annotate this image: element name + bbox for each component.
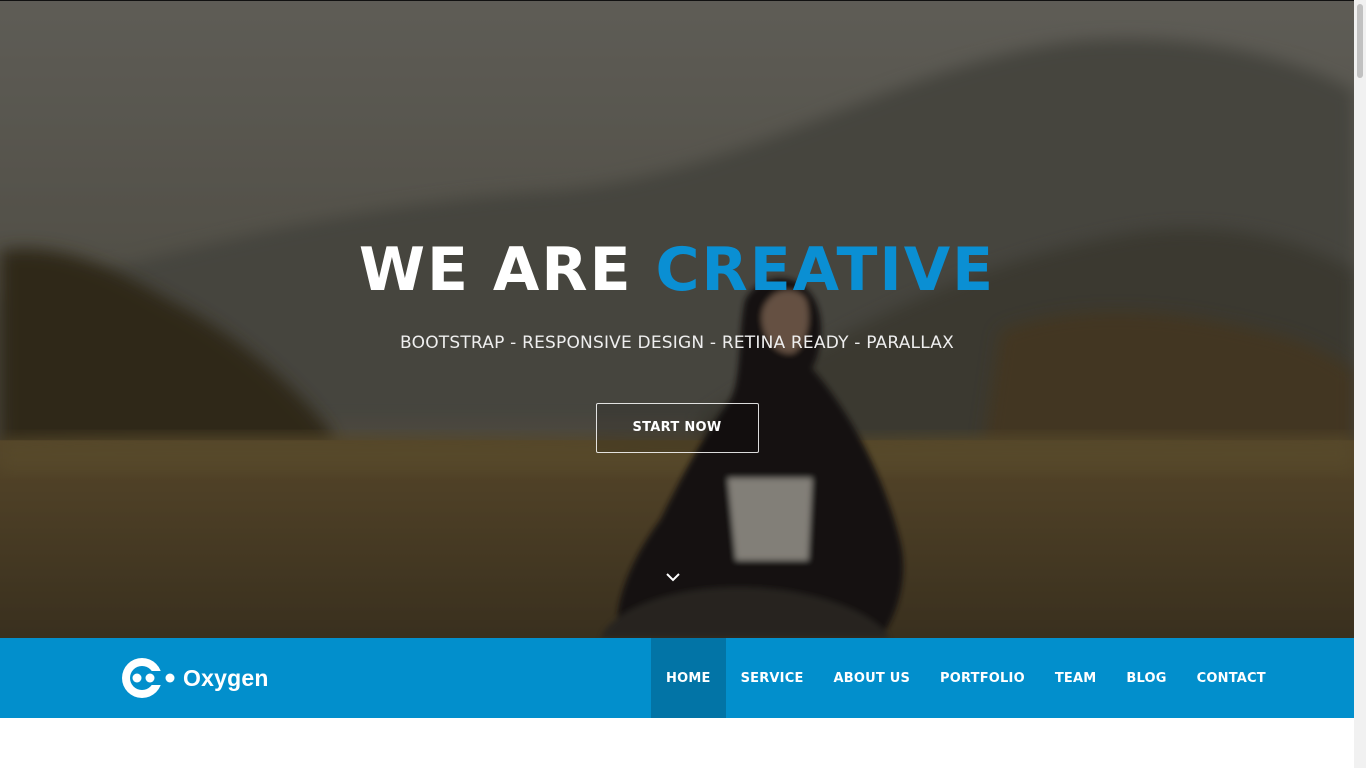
page-scrollbar[interactable]	[1354, 0, 1366, 768]
oxygen-logo-icon	[122, 658, 175, 698]
hero-subtitle: BOOTSTRAP - RESPONSIVE DESIGN - RETINA R…	[400, 333, 954, 353]
nav-item-service[interactable]: SERVICE	[726, 638, 819, 718]
nav-item-about-us[interactable]: ABOUT US	[819, 638, 926, 718]
hero-title-prefix: WE ARE	[358, 235, 633, 305]
nav-item-portfolio[interactable]: PORTFOLIO	[925, 638, 1040, 718]
nav-item-home[interactable]: HOME	[651, 638, 726, 718]
nav-menu: HOME SERVICE ABOUT US PORTFOLIO TEAM BLO…	[651, 638, 1281, 718]
viewport: WE ARE CREATIVE BOOTSTRAP - RESPONSIVE D…	[0, 0, 1354, 768]
page: WE ARE CREATIVE BOOTSTRAP - RESPONSIVE D…	[0, 0, 1366, 768]
main-navbar: Oxygen HOME SERVICE ABOUT US PORTFOLIO T…	[0, 638, 1354, 718]
hero-title-accent: CREATIVE	[655, 235, 996, 305]
chevron-down-icon[interactable]	[664, 569, 682, 585]
hero-content: WE ARE CREATIVE BOOTSTRAP - RESPONSIVE D…	[0, 233, 1354, 453]
scrollbar-thumb[interactable]	[1357, 4, 1363, 78]
brand-name: Oxygen	[183, 664, 269, 691]
nav-item-blog[interactable]: BLOG	[1111, 638, 1181, 718]
brand-logo-link[interactable]: Oxygen	[121, 657, 269, 699]
start-now-button[interactable]: START NOW	[595, 403, 759, 453]
hero-section: WE ARE CREATIVE BOOTSTRAP - RESPONSIVE D…	[0, 0, 1354, 638]
nav-item-contact[interactable]: CONTACT	[1182, 638, 1281, 718]
nav-item-team[interactable]: TEAM	[1040, 638, 1112, 718]
hero-title: WE ARE CREATIVE	[0, 233, 1354, 307]
